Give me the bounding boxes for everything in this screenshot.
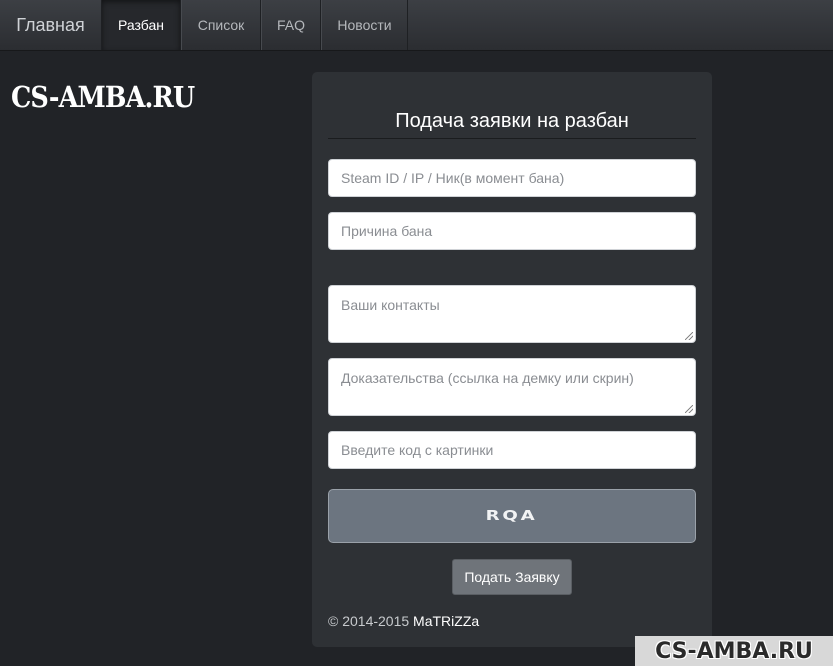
submit-button[interactable]: Подать Заявку xyxy=(452,559,572,595)
contacts-textarea[interactable]: Ваши контакты xyxy=(328,285,696,343)
resize-handle-icon[interactable] xyxy=(685,332,693,340)
ban-reason-placeholder: Причина бана xyxy=(341,223,433,239)
footer: © 2014-2015 MaTRiZZa xyxy=(328,613,479,629)
nav-item-faq[interactable]: FAQ xyxy=(261,0,321,50)
contacts-placeholder: Ваши контакты xyxy=(341,297,440,313)
copyright-text: © 2014-2015 xyxy=(328,613,410,629)
steam-id-input[interactable]: Steam ID / IP / Ник(в момент бана) xyxy=(328,159,696,197)
watermark: CS-AMBA.RU xyxy=(635,636,833,666)
captcha-placeholder: Введите код с картинки xyxy=(341,442,494,458)
ban-reason-input[interactable]: Причина бана xyxy=(328,212,696,250)
author-name: MaTRiZZa xyxy=(413,613,480,629)
steam-id-placeholder: Steam ID / IP / Ник(в момент бана) xyxy=(341,170,565,186)
form-title: Подача заявки на разбан xyxy=(328,110,696,139)
proof-textarea[interactable]: Доказательства (ссылка на демку или скри… xyxy=(328,358,696,416)
watermark-text: CS-AMBA.RU xyxy=(655,638,813,664)
nav-item-list[interactable]: Список xyxy=(181,0,261,50)
proof-placeholder: Доказательства (ссылка на демку или скри… xyxy=(341,370,634,386)
resize-handle-icon[interactable] xyxy=(685,405,693,413)
top-navbar: Главная Разбан Список FAQ Новости xyxy=(0,0,833,51)
nav-home-link[interactable]: Главная xyxy=(0,0,102,50)
site-logo: CS-AMBA.RU xyxy=(11,80,195,114)
captcha-image: RQA xyxy=(328,489,696,543)
captcha-input[interactable]: Введите код с картинки xyxy=(328,431,696,469)
nav-item-news[interactable]: Новости xyxy=(321,0,408,50)
nav-item-unban[interactable]: Разбан xyxy=(102,0,181,50)
captcha-code: RQA xyxy=(486,508,538,524)
unban-form-panel: Подача заявки на разбан Steam ID / IP / … xyxy=(312,72,712,647)
